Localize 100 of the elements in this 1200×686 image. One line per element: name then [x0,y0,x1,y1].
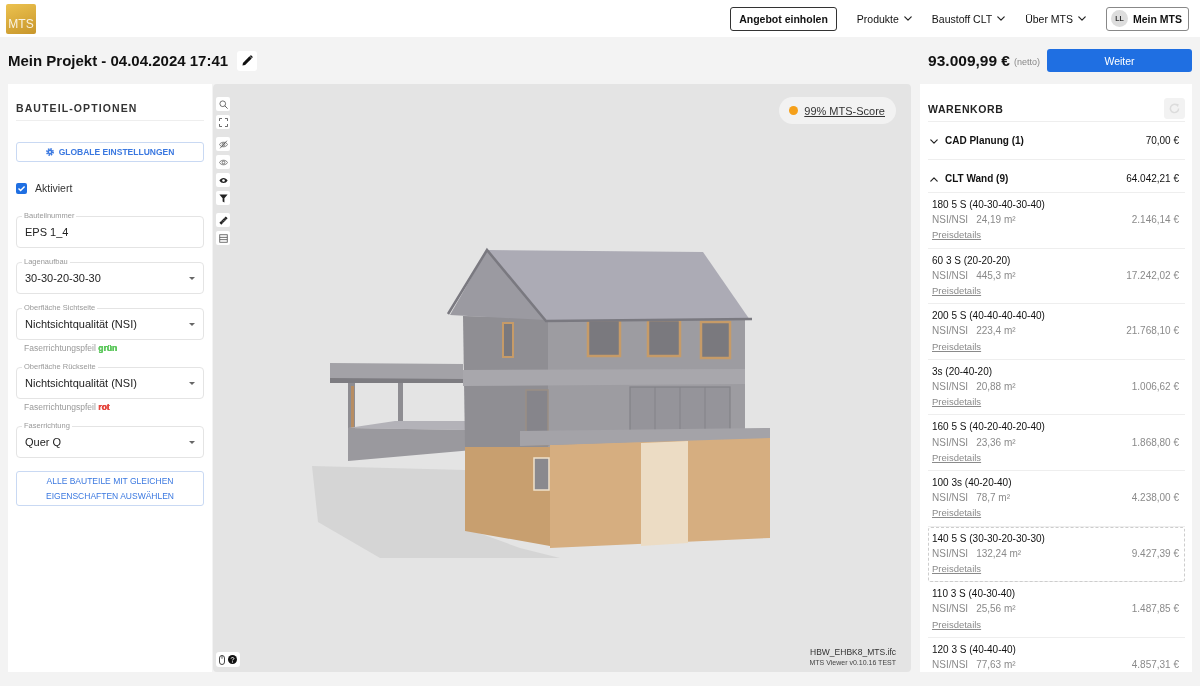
filter-icon [218,193,228,203]
ruler-button[interactable] [216,213,230,227]
eye-slash-icon [218,139,228,149]
filled-eye-button[interactable] [216,173,230,187]
section-icon [218,233,228,243]
nav-menu[interactable]: Über MTS [1025,12,1086,25]
cart-item[interactable]: 160 5 S (40-20-40-20-40) NSI/NSI 23,36 m² 1.868,80 € Preisdetails [928,415,1185,472]
item-price: 9.427,39 € [1131,546,1179,561]
filter-button[interactable] [216,191,230,205]
price-details-link[interactable]: Preisdetails [932,616,982,632]
hint-text: Faserrichtungspfeil grün [24,343,118,354]
mouse-icon[interactable] [219,654,225,665]
item-area: 24,19 m² [976,212,1016,228]
item-surface: NSI/NSI [932,602,969,617]
price-note: (netto) [1014,57,1040,67]
price-details-link[interactable]: Preisdetails [932,227,982,243]
item-surface: NSI/NSI [932,658,969,672]
cart-item[interactable]: 140 5 S (30-30-20-30-30) NSI/NSI 132,24 m² 9.427,39 € Preisdetails [928,526,1185,583]
filled-eye-icon [218,175,228,185]
item-area: 20,88 m² [976,379,1016,395]
group-name[interactable]: CAD Planung (1) [945,135,1146,147]
item-name: 110 3 S (40-30-40) [932,587,1016,602]
item-name: 160 5 S (40-20-40-20-40) [932,420,1045,435]
next-button[interactable]: Weiter [1047,49,1192,72]
item-surface: NSI/NSI [932,324,969,339]
caret-icon [189,440,195,444]
price-details-link[interactable]: Preisdetails [932,394,982,410]
global-settings-button[interactable]: GLOBALE EINSTELLUNGEN [16,142,204,162]
item-surface: NSI/NSI [932,491,969,506]
item-area: 23,36 m² [976,434,1016,450]
item-area: 25,56 m² [976,601,1016,617]
item-price: 17.242,02 € [1126,268,1179,283]
cart-item[interactable]: 100 3s (40-20-40) NSI/NSI 78,7 m² 4.238,00 € Preisdetails [928,471,1185,527]
item-price: 1.487,85 € [1131,602,1179,617]
project-title: Mein Projekt - 04.04.2024 17:41 [8,52,229,69]
caret-icon [189,276,195,280]
quote-button[interactable]: Angebot einholen [730,6,837,31]
item-name: 120 3 S (40-40-40) [932,642,1016,657]
price-details-link[interactable]: Preisdetails [932,338,982,354]
price-details-link[interactable]: Preisdetails [932,283,982,299]
caret-icon [189,381,195,385]
item-area: 445,3 m² [976,267,1016,283]
score-link[interactable]: 99% MTS-Score [804,104,885,117]
group-name[interactable]: CLT Wand (9) [945,173,1127,185]
price-details-link[interactable]: Preisdetails [932,505,982,521]
group-total: 64.042,21 € [1126,173,1179,185]
item-surface: NSI/NSI [932,546,969,561]
item-area: 132,24 m² [976,545,1022,562]
caret-icon [189,322,195,326]
hint-text: Faserrichtungspfeil rot [24,402,110,413]
cart-item[interactable]: 3s (20-40-20) NSI/NSI 20,88 m² 1.006,62 € Preisdetails [928,359,1185,416]
fit-screen-icon [218,117,228,127]
select-all-button[interactable]: ALLE BAUTEILE MIT GLEICHEN EIGENSCHAFTEN AUSWÄHLEN [16,471,204,506]
item-surface: NSI/NSI [932,213,969,228]
item-name: 60 3 S (20-20-20) [932,253,1011,268]
help-icon[interactable] [228,655,237,664]
item-name: 100 3s (40-20-40) [932,476,1012,491]
item-name: 180 5 S (40-30-40-30-40) [932,198,1045,212]
item-surface: NSI/NSI [932,435,969,450]
chevron-down-icon [903,16,912,21]
total-price: 93.009,99 € [928,51,1010,70]
price-details-link[interactable]: Preisdetails [932,561,982,577]
group-total: 70,00 € [1145,135,1179,147]
section-button[interactable] [216,231,230,245]
cart-item[interactable]: 200 5 S (40-40-40-40-40) NSI/NSI 223,4 m² 21.768,10 € Preisdetails [928,304,1185,360]
checkbox-label: Aktiviert [35,182,73,194]
item-area: 223,4 m² [976,323,1016,339]
gear-icon [45,148,54,156]
item-area: 78,7 m² [976,490,1011,506]
cart-item[interactable]: 180 5 S (40-30-40-30-40) NSI/NSI 24,19 m² 2.146,14 € Preisdetails [928,193,1185,249]
fit-screen-button[interactable] [216,115,230,129]
item-price: 1.006,62 € [1131,380,1179,395]
cart-title: WARENKORB [928,102,1004,115]
search-button[interactable] [216,97,230,111]
item-name: 3s (20-40-20) [932,364,993,379]
chevron-down-icon [1078,16,1086,21]
edit-button[interactable] [237,50,258,71]
nav-menu[interactable]: Produkte [856,12,912,25]
nav-menu[interactable]: Baustoff CLT [931,12,1006,25]
item-price: 1.868,80 € [1131,435,1179,450]
pencil-icon [241,55,253,66]
item-price: 21.768,10 € [1126,324,1179,339]
status-dot-icon [789,106,799,115]
cart-item[interactable]: 60 3 S (20-20-20) NSI/NSI 445,3 m² 17.242,02 € Preisdetails [928,248,1185,305]
item-surface: NSI/NSI [932,380,969,395]
item-price: 4.238,00 € [1131,491,1179,506]
panel-title: BAUTEIL-OPTIONEN [16,102,139,114]
cart-item[interactable]: 110 3 S (40-30-40) NSI/NSI 25,56 m² 1.487,85 € Preisdetails [928,582,1185,638]
checkbox[interactable] [16,182,27,194]
item-area: 77,63 m² [976,657,1016,672]
cart-item[interactable]: 120 3 S (40-40-40) NSI/NSI 77,63 m² 4.857,31 € [928,637,1185,672]
item-name: 140 5 S (30-30-20-30-30) [932,531,1045,546]
price-details-link[interactable]: Preisdetails [932,449,982,466]
search-icon [218,99,228,109]
chevron-down-icon [997,16,1006,21]
item-name: 200 5 S (40-40-40-40-40) [932,309,1045,324]
item-surface: NSI/NSI [932,268,969,283]
eye-slash-button[interactable] [216,137,230,151]
item-price: 4.857,31 € [1131,658,1179,672]
eye-icon [218,157,228,167]
